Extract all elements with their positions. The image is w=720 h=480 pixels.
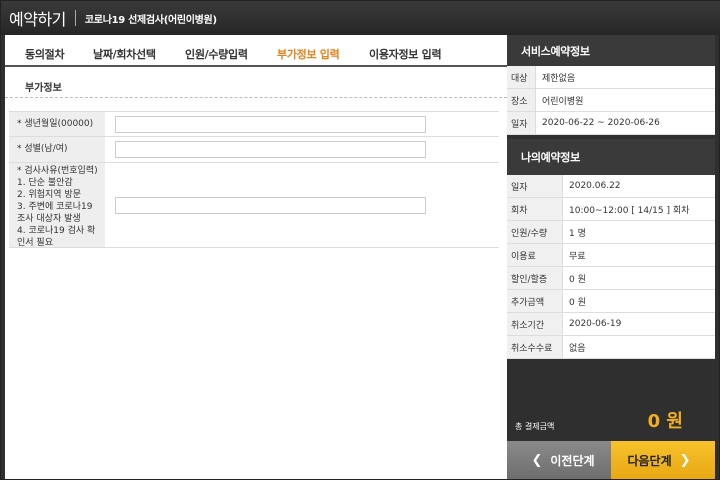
next-step-label: 다음단계 (627, 453, 672, 468)
my-info-key: 이용료 (507, 244, 563, 266)
my-info-key: 인원/수량 (507, 221, 563, 243)
page-title: 예약하기 (9, 10, 66, 29)
step-tabs: 동의절차 날짜/회차선택 인원/수량입력 부가정보 입력 이용자정보 입력 (5, 35, 507, 67)
app-window: 예약하기 코로나19 선제검사(어린이병원) 동의절차 날짜/회차선택 인원/수… (0, 0, 720, 480)
next-step-button[interactable]: 다음단계 ❯ (611, 441, 715, 479)
my-info-value: 없음 (569, 343, 586, 354)
my-info-row: 취소수수료 없음 (507, 336, 715, 359)
my-info-value: 1 명 (569, 228, 586, 239)
tab-date-select[interactable]: 날짜/회차선택 (93, 46, 156, 62)
additional-info-form: * 생년월일(00000) * 성별(남/여) * 검사사유(번호입력) 1. … (9, 111, 499, 248)
test-reason-label: * 검사사유(번호입력) 1. 단순 불안감 2. 위험지역 방문 3. 주변에… (9, 163, 105, 248)
service-info-key: 장소 (507, 89, 536, 111)
section-title: 부가정보 (25, 83, 62, 94)
service-info-row: 장소 어린이병원 (507, 89, 715, 112)
service-info-value: 어린이병원 (542, 96, 584, 107)
gender-input[interactable] (115, 141, 426, 158)
main-panel: 동의절차 날짜/회차선택 인원/수량입력 부가정보 입력 이용자정보 입력 부가… (5, 35, 507, 479)
my-info-row: 이용료 무료 (507, 244, 715, 267)
summary-sidebar: 서비스예약정보 대상 제한없음 장소 어린이병원 일자 2020-06-22 ~… (507, 35, 715, 479)
service-info-heading: 서비스예약정보 (507, 35, 715, 66)
my-info-key: 회차 (507, 198, 563, 220)
my-info-row: 할인/할증 0 원 (507, 267, 715, 290)
my-info-key: 취소수수료 (507, 336, 563, 358)
prev-step-label: 이전단계 (550, 453, 595, 468)
chevron-right-icon: ❯ (679, 452, 691, 468)
chevron-left-icon: ❮ (531, 452, 543, 468)
my-info-key: 추가금액 (507, 290, 563, 312)
birthdate-label: * 생년월일(00000) (9, 112, 105, 136)
test-reason-input[interactable] (115, 197, 426, 214)
my-info-row: 인원/수량 1 명 (507, 221, 715, 244)
service-info-key: 일자 (507, 112, 536, 134)
section-divider (5, 97, 507, 98)
tab-quantity[interactable]: 인원/수량입력 (185, 46, 248, 62)
page-subtitle: 코로나19 선제검사(어린이병원) (84, 14, 217, 26)
my-info-row: 회차 10:00~12:00 [ 14/15 ] 회차 (507, 198, 715, 221)
my-info-table: 일자 2020.06.22 회차 10:00~12:00 [ 14/15 ] 회… (507, 175, 715, 359)
my-info-value: 2020-06-19 (569, 319, 622, 329)
my-info-key: 취소기간 (507, 313, 563, 335)
my-info-value: 무료 (569, 251, 586, 262)
form-row-gender: * 성별(남/여) (9, 136, 499, 162)
total-payment: 총 결제금액 0 원 (507, 401, 715, 441)
gender-label: * 성별(남/여) (9, 137, 105, 162)
my-info-row: 취소기간 2020-06-19 (507, 313, 715, 336)
service-info-key: 대상 (507, 66, 536, 88)
service-info-value: 제한없음 (542, 73, 576, 84)
title-divider (74, 10, 76, 26)
form-row-birthdate: * 생년월일(00000) (9, 111, 499, 136)
service-info-value: 2020-06-22 ~ 2020-06-26 (542, 118, 660, 128)
total-payment-amount: 0 원 (647, 411, 683, 432)
tab-consent[interactable]: 동의절차 (25, 46, 65, 62)
birthdate-input[interactable] (115, 116, 426, 133)
my-info-key: 일자 (507, 175, 563, 197)
my-info-key: 할인/할증 (507, 267, 563, 289)
my-info-value: 10:00~12:00 [ 14/15 ] 회차 (569, 205, 690, 216)
prev-step-button[interactable]: ❮ 이전단계 (507, 441, 611, 479)
form-row-test-reason: * 검사사유(번호입력) 1. 단순 불안감 2. 위험지역 방문 3. 주변에… (9, 162, 499, 248)
tab-user-info[interactable]: 이용자정보 입력 (369, 46, 442, 62)
my-info-value: 2020.06.22 (569, 181, 621, 191)
total-payment-label: 총 결제금액 (515, 421, 555, 431)
my-info-heading: 나의예약정보 (507, 139, 715, 175)
header: 예약하기 코로나19 선제검사(어린이병원) (1, 1, 720, 35)
my-info-value: 0 원 (569, 274, 586, 285)
service-info-row: 일자 2020-06-22 ~ 2020-06-26 (507, 112, 715, 135)
service-info-table: 대상 제한없음 장소 어린이병원 일자 2020-06-22 ~ 2020-06… (507, 66, 715, 135)
my-info-row: 추가금액 0 원 (507, 290, 715, 313)
service-info-row: 대상 제한없음 (507, 66, 715, 89)
my-info-value: 0 원 (569, 297, 586, 308)
my-info-row: 일자 2020.06.22 (507, 175, 715, 198)
tab-additional-info[interactable]: 부가정보 입력 (277, 46, 340, 62)
